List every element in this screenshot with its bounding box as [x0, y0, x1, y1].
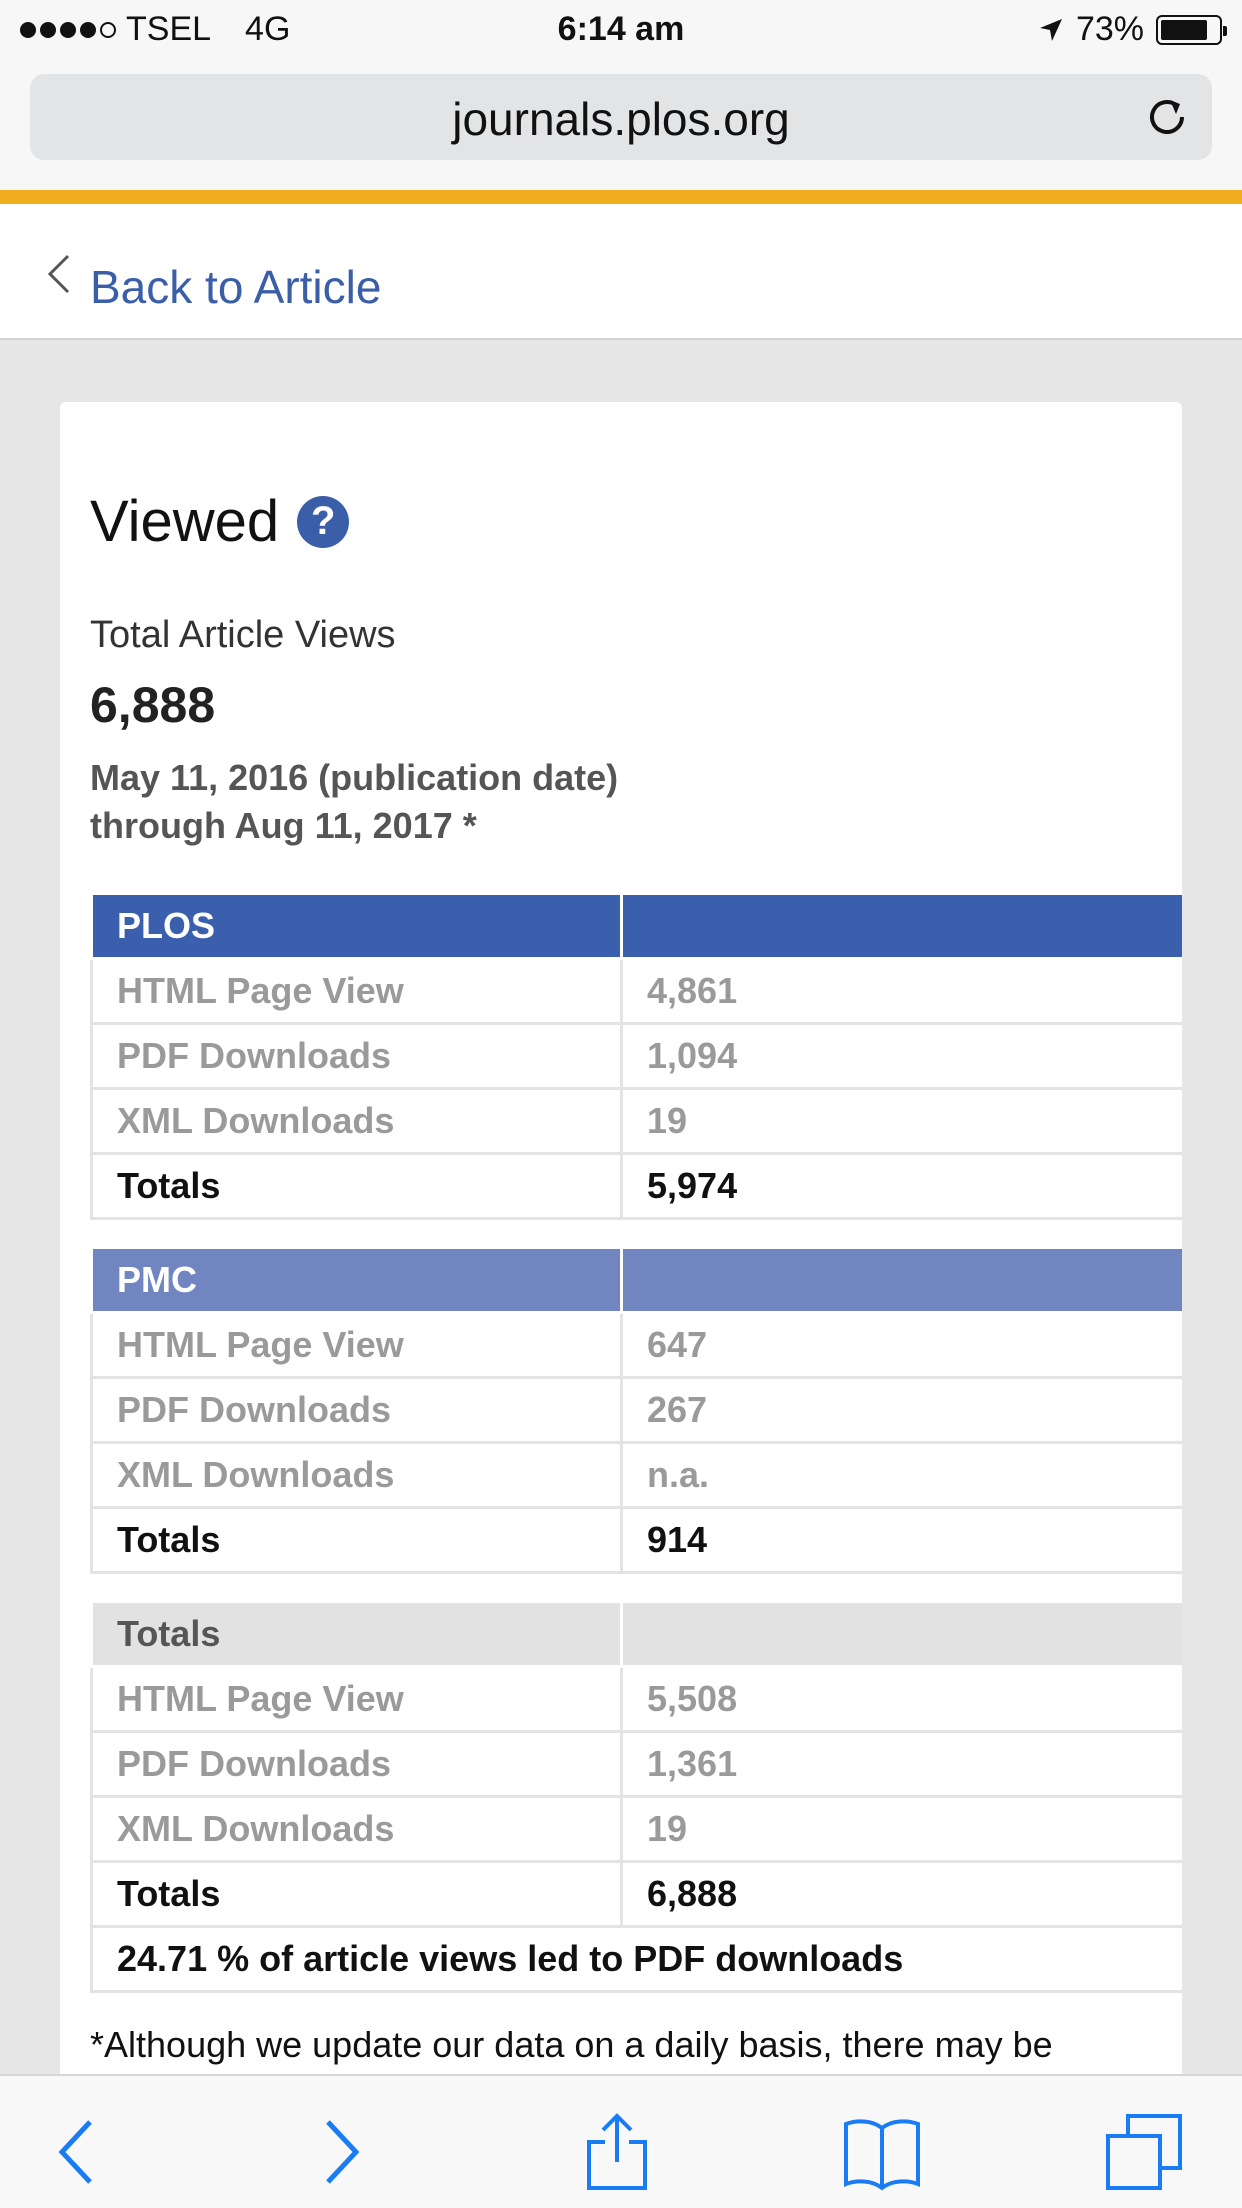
row-label: HTML Page View [90, 1311, 622, 1379]
totals-value: 6,888 [620, 1860, 1182, 1928]
help-icon[interactable]: ? [297, 495, 350, 548]
row-value: 647 [620, 1311, 1182, 1379]
status-right: 73% [1038, 10, 1227, 49]
forward-arrow-icon[interactable] [300, 2112, 380, 2192]
table-row: PDF Downloads 1,094 [90, 1022, 1182, 1090]
total-views-label: Total Article Views [90, 614, 396, 656]
total-views-value: 6,888 [90, 677, 216, 733]
table-header-row: PLOS [90, 892, 1182, 960]
row-value: 19 [620, 1795, 1182, 1863]
battery-percent: 73% [1075, 10, 1144, 48]
pmc-header: PMC [90, 1246, 622, 1314]
header-empty-cell [620, 1600, 1182, 1668]
viewed-title: Viewed [90, 489, 280, 554]
share-icon[interactable] [577, 2112, 657, 2192]
combined-totals-table: Totals HTML Page View 5,508 PDF Download… [90, 1600, 1182, 1993]
status-bar: TSEL 4G 6:14 am 73% [0, 0, 1242, 62]
row-value: n.a. [620, 1441, 1182, 1509]
pdf-ratio-row: 24.71 % of article views led to PDF down… [90, 1925, 1182, 1993]
date-range: May 11, 2016 (publication date) through … [90, 754, 618, 850]
row-label: HTML Page View [90, 957, 622, 1025]
browser-toolbar [0, 2074, 1242, 2208]
pdf-ratio-text: 24.71 % of article views led to PDF down… [90, 1925, 1182, 1993]
chevron-left-icon [47, 254, 70, 294]
totals-header: Totals [90, 1600, 622, 1668]
table-header-row: Totals [90, 1600, 1182, 1668]
totals-label: Totals [90, 1506, 622, 1574]
totals-row: Totals 914 [90, 1506, 1182, 1574]
row-value: 4,861 [620, 957, 1182, 1025]
table-row: HTML Page View 5,508 [90, 1665, 1182, 1733]
table-row: HTML Page View 4,861 [90, 957, 1182, 1025]
date-range-end: through Aug 11, 2017 * [90, 805, 477, 846]
row-label: XML Downloads [90, 1087, 622, 1155]
location-arrow-icon [1039, 18, 1062, 41]
back-arrow-icon[interactable] [38, 2112, 118, 2192]
totals-label: Totals [90, 1152, 622, 1220]
row-label: PDF Downloads [90, 1376, 622, 1444]
bookmarks-icon[interactable] [842, 2112, 922, 2192]
battery-icon [1156, 14, 1227, 45]
totals-value: 914 [620, 1506, 1182, 1574]
back-nav[interactable]: Back to Article [0, 204, 1242, 340]
back-to-article-link[interactable]: Back to Article [90, 260, 381, 314]
table-row: XML Downloads 19 [90, 1087, 1182, 1155]
plos-header: PLOS [90, 892, 622, 960]
table-row: HTML Page View 647 [90, 1311, 1182, 1379]
table-header-row: PMC [90, 1246, 1182, 1314]
row-value: 1,094 [620, 1022, 1182, 1090]
table-row: XML Downloads n.a. [90, 1441, 1182, 1509]
data-update-footnote: *Although we update our data on a daily … [90, 2024, 1053, 2065]
row-value: 267 [620, 1376, 1182, 1444]
address-bar[interactable]: journals.plos.org [30, 74, 1212, 160]
row-value: 19 [620, 1087, 1182, 1155]
row-label: PDF Downloads [90, 1022, 622, 1090]
header-empty-cell [620, 1246, 1182, 1314]
row-label: XML Downloads [90, 1795, 622, 1863]
row-label: PDF Downloads [90, 1730, 622, 1798]
totals-row: Totals 5,974 [90, 1152, 1182, 1220]
row-value: 5,508 [620, 1665, 1182, 1733]
row-label: XML Downloads [90, 1441, 622, 1509]
row-value: 1,361 [620, 1730, 1182, 1798]
pmc-table: PMC HTML Page View 647 PDF Downloads 267… [90, 1246, 1182, 1574]
accent-strip [0, 190, 1242, 204]
table-row: PDF Downloads 1,361 [90, 1730, 1182, 1798]
tabs-icon[interactable] [1104, 2112, 1184, 2192]
browser-chrome: TSEL 4G 6:14 am 73% journals.plos.org [0, 0, 1242, 190]
row-label: HTML Page View [90, 1665, 622, 1733]
totals-label: Totals [90, 1860, 622, 1928]
table-row: PDF Downloads 267 [90, 1376, 1182, 1444]
url-text: journals.plos.org [452, 93, 790, 145]
totals-row: Totals 6,888 [90, 1860, 1182, 1928]
header-empty-cell [620, 892, 1182, 960]
plos-table: PLOS HTML Page View 4,861 PDF Downloads … [90, 892, 1182, 1220]
viewed-heading: Viewed ? [90, 488, 350, 555]
date-range-start: May 11, 2016 (publication date) [90, 757, 619, 798]
table-row: XML Downloads 19 [90, 1795, 1182, 1863]
totals-value: 5,974 [620, 1152, 1182, 1220]
reload-icon[interactable] [1142, 92, 1192, 142]
viewed-card: Viewed ? Total Article Views 6,888 May 1… [60, 402, 1182, 2142]
